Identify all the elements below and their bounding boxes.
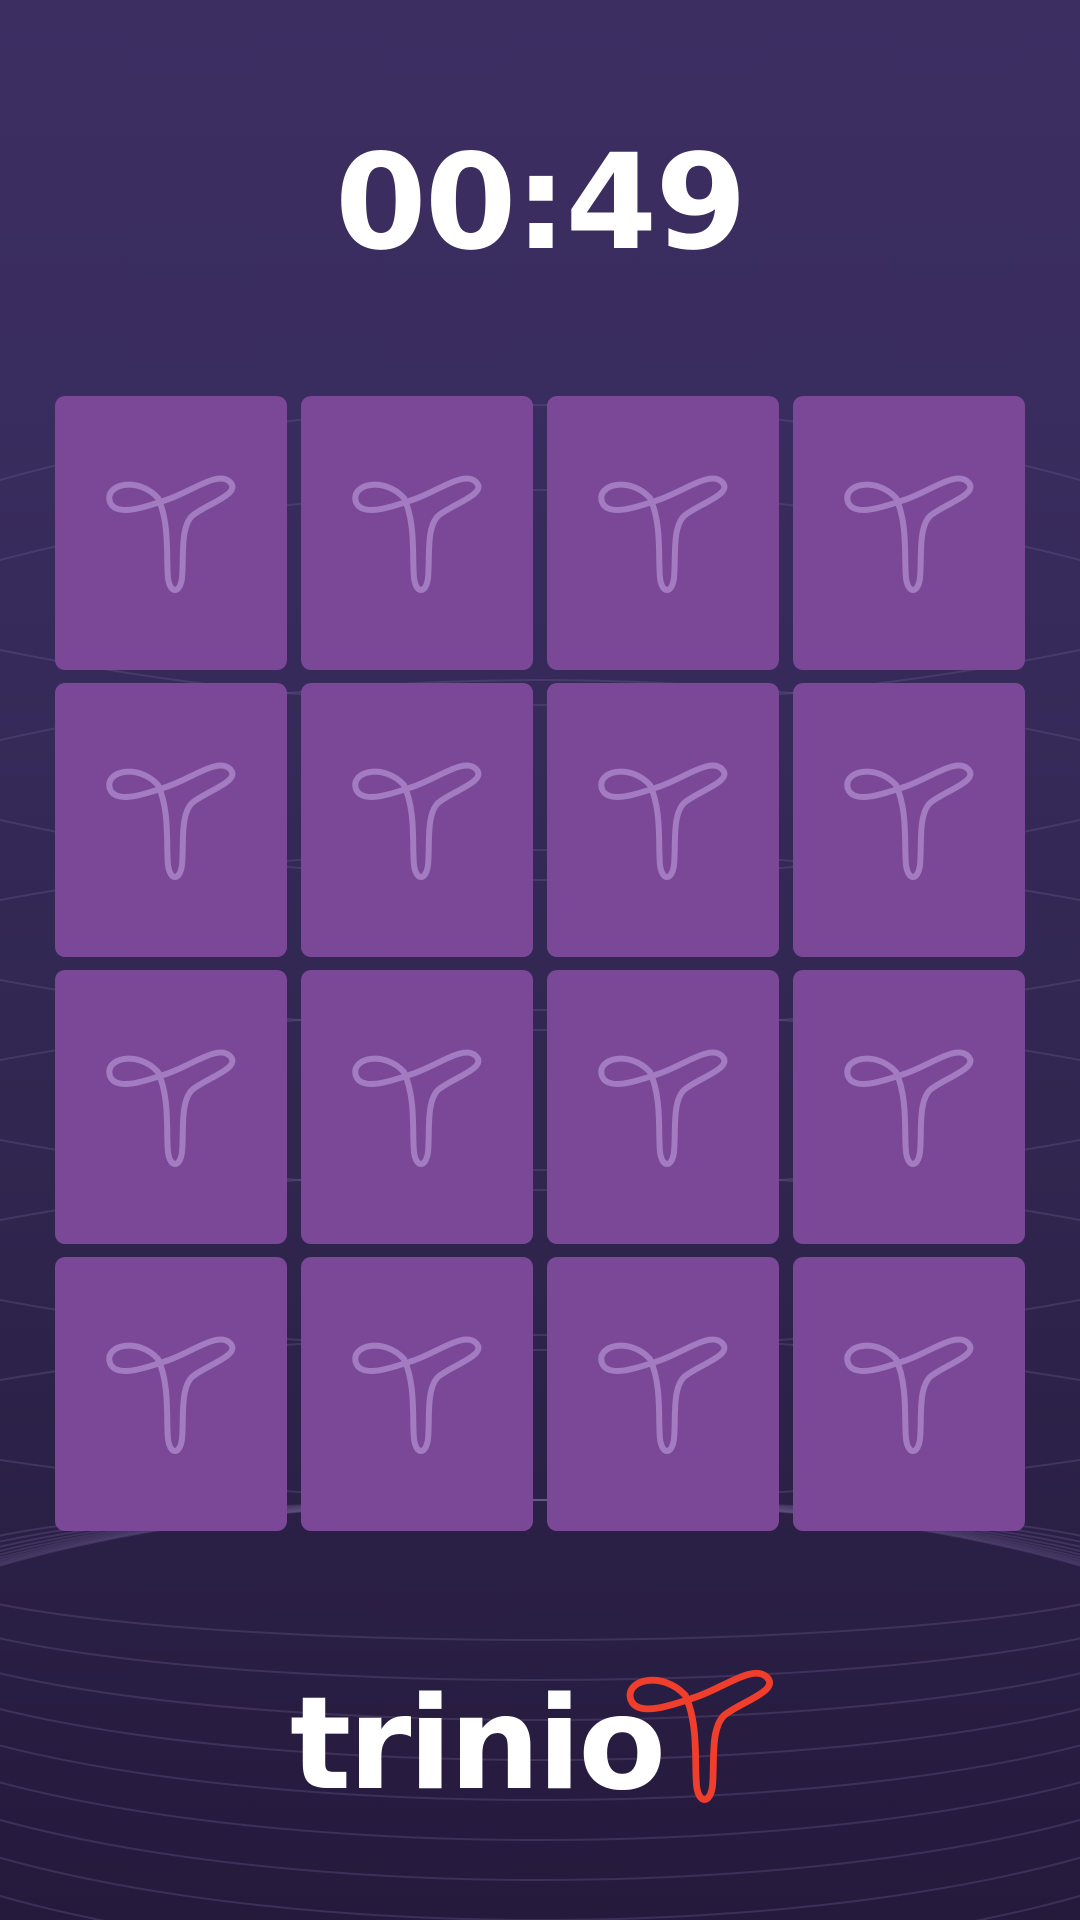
trinio-swirl-icon xyxy=(588,1032,738,1182)
memory-card[interactable] xyxy=(55,396,287,670)
trinio-swirl-icon xyxy=(834,458,984,608)
memory-card[interactable] xyxy=(301,683,533,957)
memory-card[interactable] xyxy=(301,396,533,670)
trinio-swirl-icon xyxy=(588,458,738,608)
trinio-swirl-icon xyxy=(96,745,246,895)
trinio-swirl-icon xyxy=(610,1650,790,1820)
memory-card[interactable] xyxy=(55,683,287,957)
trinio-swirl-icon xyxy=(834,745,984,895)
memory-card[interactable] xyxy=(547,396,779,670)
memory-card-grid xyxy=(55,396,1025,1531)
trinio-brand-logo: trinio xyxy=(290,1650,810,1820)
memory-card[interactable] xyxy=(55,970,287,1244)
memory-card[interactable] xyxy=(793,396,1025,670)
trinio-swirl-icon xyxy=(834,1319,984,1469)
trinio-swirl-icon xyxy=(96,1032,246,1182)
memory-card[interactable] xyxy=(301,1257,533,1531)
trinio-swirl-icon xyxy=(588,1319,738,1469)
memory-card[interactable] xyxy=(793,970,1025,1244)
memory-card[interactable] xyxy=(547,683,779,957)
memory-card[interactable] xyxy=(301,970,533,1244)
memory-card[interactable] xyxy=(547,970,779,1244)
trinio-swirl-icon xyxy=(342,1032,492,1182)
trinio-swirl-icon xyxy=(342,745,492,895)
trinio-swirl-icon xyxy=(342,458,492,608)
memory-card[interactable] xyxy=(547,1257,779,1531)
memory-card[interactable] xyxy=(55,1257,287,1531)
trinio-swirl-icon xyxy=(342,1319,492,1469)
memory-card[interactable] xyxy=(793,683,1025,957)
trinio-swirl-icon xyxy=(588,745,738,895)
trinio-swirl-icon xyxy=(96,1319,246,1469)
brand-wordmark: trinio xyxy=(290,1670,666,1819)
memory-card[interactable] xyxy=(793,1257,1025,1531)
trinio-swirl-icon xyxy=(834,1032,984,1182)
countdown-timer: 00:49 xyxy=(334,126,747,280)
trinio-swirl-icon xyxy=(96,458,246,608)
